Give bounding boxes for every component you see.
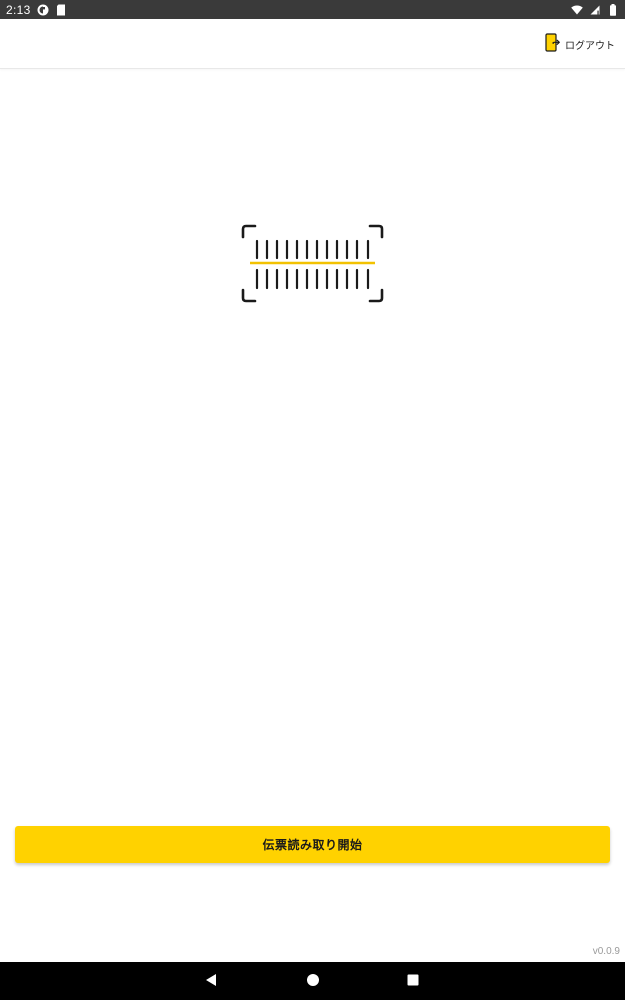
recents-icon [406,972,420,991]
assistant-icon [37,4,49,16]
status-left: 2:13 [6,3,67,17]
status-bar: 2:13 [0,0,625,19]
navigation-bar [0,962,625,1000]
version-label: v0.0.9 [592,946,620,957]
start-reading-label: 伝票読み取り開始 [262,838,363,852]
home-icon [306,972,320,991]
start-reading-button[interactable]: 伝票読み取り開始 [15,826,610,863]
logout-label: ログアウト [565,40,615,52]
home-button[interactable] [293,962,333,1000]
back-button[interactable] [191,962,231,1000]
wifi-icon [571,4,583,16]
app-bar: ログアウト [0,19,625,69]
barcode-scan-icon [240,223,385,306]
status-time: 2:13 [6,2,31,17]
status-right [571,3,619,16]
signal-icon [589,4,601,16]
battery-icon [607,3,619,16]
app-screen: 2:13 ログアウト 伝票読み取り開始 v0.0.9 [0,0,625,1000]
logout-door-icon [545,32,561,56]
logout-button[interactable]: ログアウト [545,32,615,56]
back-icon [204,972,218,991]
recents-button[interactable] [393,962,433,1000]
sd-card-icon [55,4,67,16]
